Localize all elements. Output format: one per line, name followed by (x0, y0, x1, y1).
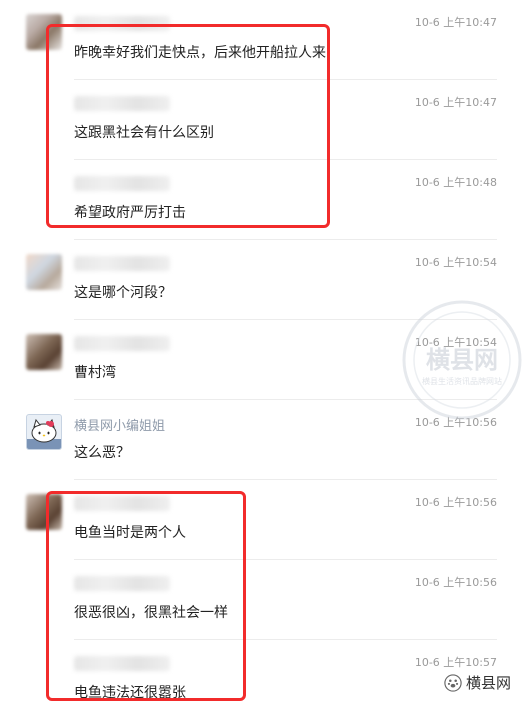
comment-text: 这么恶？ (74, 445, 130, 461)
comment-time: 10-6 上午10:56 (414, 496, 497, 509)
comment-time: 10-6 上午10:47 (414, 16, 497, 29)
comment-time: 10-6 上午10:47 (414, 96, 497, 109)
avatar[interactable] (26, 254, 62, 290)
avatar[interactable] (26, 334, 62, 370)
wechat-paw-icon (444, 673, 462, 692)
footer-logo[interactable]: 横县网 (444, 672, 511, 693)
comment-text: 曹村湾 (74, 365, 116, 381)
blurred-username (74, 336, 170, 351)
svg-text:横县生活资讯品牌网站: 横县生活资讯品牌网站 (422, 376, 502, 386)
hello-kitty-avatar[interactable] (26, 414, 62, 450)
comment-time: 10-6 上午10:54 (414, 256, 497, 269)
highlight-box-bottom (46, 491, 246, 701)
svg-text:横县网: 横县网 (426, 346, 498, 374)
comment-time: 10-6 上午10:57 (414, 656, 497, 669)
hello-kitty-icon (27, 418, 61, 449)
watermark-seal: 横县网 横县生活资讯品牌网站 (402, 300, 522, 420)
highlight-box-top (46, 24, 330, 228)
username[interactable]: 横县网小编姐姐 (74, 415, 165, 434)
footer-logo-text: 横县网 (466, 674, 512, 692)
comment-text: 这是哪个河段？ (74, 285, 172, 301)
blurred-username (74, 256, 170, 271)
comment-time: 10-6 上午10:56 (414, 576, 497, 589)
comment-time: 10-6 上午10:48 (414, 176, 497, 189)
